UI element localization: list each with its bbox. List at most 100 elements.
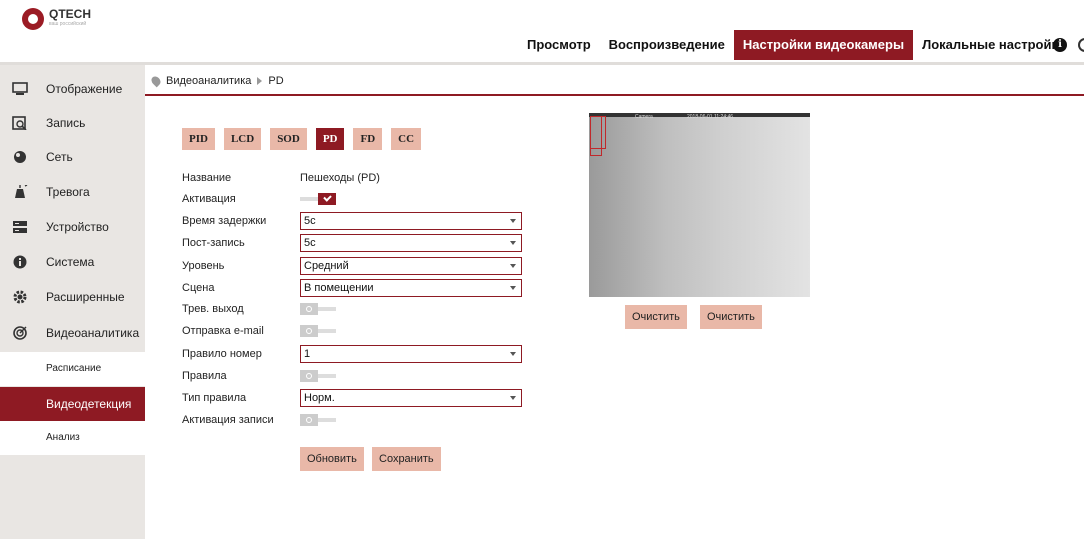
sidebar: Отображение Запись Сеть Тревога Устройст… xyxy=(0,65,145,539)
row-rules: Правила xyxy=(182,366,336,386)
analytics-icon xyxy=(13,326,27,340)
monitor-icon xyxy=(12,82,28,95)
chevron-right-icon xyxy=(257,77,263,85)
header-divider xyxy=(0,62,1084,65)
email-toggle[interactable] xyxy=(300,325,336,337)
rule-number-select[interactable]: 1 xyxy=(300,345,522,363)
tab-lcd[interactable]: LCD xyxy=(223,128,262,150)
sidebar-item-label: Расширенные xyxy=(46,290,125,304)
sidebar-item-label: Сеть xyxy=(46,150,73,164)
alarm-out-label: Трев. выход xyxy=(182,303,244,315)
row-activation: Активация xyxy=(182,189,336,209)
logo-mark-icon xyxy=(22,8,44,30)
rule-type-select[interactable]: Норм. xyxy=(300,389,522,407)
breadcrumb-page: PD xyxy=(268,75,284,87)
sidebar-subitem-analysis[interactable]: Анализ xyxy=(0,421,145,455)
sidebar-subitem-video-detection[interactable]: Видеодетекция xyxy=(0,387,145,421)
osd-camera-label: Camera xyxy=(635,114,653,120)
sidebar-item-system[interactable]: Система xyxy=(0,245,145,279)
gear-icon xyxy=(13,290,27,304)
tab-pid[interactable]: PID xyxy=(182,128,215,150)
clear-button-1[interactable]: Очистить xyxy=(625,305,687,329)
email-label: Отправка e-mail xyxy=(182,325,264,337)
row-level: Уровень Средний xyxy=(182,256,522,276)
delay-label: Время задержки xyxy=(182,215,267,227)
network-icon xyxy=(14,151,26,163)
off-icon xyxy=(300,370,318,382)
sidebar-item-label: Тревога xyxy=(46,185,90,199)
sidebar-item-device[interactable]: Устройство xyxy=(0,210,145,244)
help-icon[interactable] xyxy=(1078,38,1084,52)
name-value: Пешеходы (PD) xyxy=(300,172,380,184)
row-name: Название Пешеходы (PD) xyxy=(182,168,380,188)
record-activation-toggle[interactable] xyxy=(300,414,336,426)
delay-select[interactable]: 5с xyxy=(300,212,522,230)
row-post-record: Пост-запись 5с xyxy=(182,233,522,253)
sidebar-item-label: Отображение xyxy=(46,82,123,96)
row-rule-number: Правило номер 1 xyxy=(182,344,522,364)
level-select[interactable]: Средний xyxy=(300,257,522,275)
row-scene: Сцена В помещении xyxy=(182,278,522,298)
rules-label: Правила xyxy=(182,370,227,382)
rules-toggle[interactable] xyxy=(300,370,336,382)
post-record-label: Пост-запись xyxy=(182,237,245,249)
tab-pd[interactable]: PD xyxy=(315,128,345,150)
row-email: Отправка e-mail xyxy=(182,321,336,341)
detection-area-rect[interactable] xyxy=(590,116,606,149)
sidebar-subitem-schedule[interactable]: Расписание xyxy=(0,352,145,386)
sidebar-item-advanced[interactable]: Расширенные xyxy=(0,280,145,314)
clear-button-2[interactable]: Очистить xyxy=(700,305,762,329)
post-record-select[interactable]: 5с xyxy=(300,234,522,252)
record-icon xyxy=(12,116,27,130)
sidebar-item-alarm[interactable]: Тревога xyxy=(0,175,145,209)
sidebar-item-label: Устройство xyxy=(46,220,109,234)
name-label: Название xyxy=(182,172,232,184)
alarm-out-toggle[interactable] xyxy=(300,303,336,315)
info-icon xyxy=(13,255,27,269)
check-icon xyxy=(318,193,336,205)
sidebar-item-label: Видеоаналитика xyxy=(46,326,140,340)
breadcrumb-section[interactable]: Видеоаналитика xyxy=(166,75,251,87)
row-rule-type: Тип правила Норм. xyxy=(182,388,522,408)
brand-tagline: ваш российский xyxy=(49,21,87,27)
top-header: QTECH ваш российский Просмотр Воспроизве… xyxy=(0,0,1084,65)
nav-local-settings[interactable]: Локальные настройки xyxy=(913,30,1075,60)
activation-toggle[interactable] xyxy=(300,193,336,205)
video-preview[interactable]: Camera 2018-06-01 11:24:46 xyxy=(589,113,810,297)
detection-tabs: PID LCD SOD PD FD CC xyxy=(182,128,422,150)
sidebar-item-network[interactable]: Сеть xyxy=(0,140,145,174)
main-nav: Просмотр Воспроизведение Настройки видео… xyxy=(518,30,1075,60)
nav-playback[interactable]: Воспроизведение xyxy=(600,30,734,60)
sidebar-item-record[interactable]: Запись xyxy=(0,106,145,140)
refresh-button[interactable]: Обновить xyxy=(300,447,364,471)
sidebar-item-analytics[interactable]: Видеоаналитика xyxy=(0,316,145,350)
breadcrumb: Видеоаналитика PD xyxy=(149,74,284,88)
tab-sod[interactable]: SOD xyxy=(270,128,307,150)
sidebar-item-label: Запись xyxy=(46,116,86,130)
device-icon xyxy=(13,221,27,233)
tab-fd[interactable]: FD xyxy=(353,128,383,150)
tab-cc[interactable]: CC xyxy=(391,128,422,150)
row-record-activation: Активация записи xyxy=(182,410,336,430)
scene-label: Сцена xyxy=(182,282,215,294)
brand-name: QTECH xyxy=(49,7,91,21)
save-button[interactable]: Сохранить xyxy=(372,447,441,471)
scene-select[interactable]: В помещении xyxy=(300,279,522,297)
sidebar-subitem-label: Расписание xyxy=(46,363,102,374)
osd-timestamp: 2018-06-01 11:24:46 xyxy=(687,114,734,120)
nav-camera-settings[interactable]: Настройки видеокамеры xyxy=(733,30,914,60)
record-activation-label: Активация записи xyxy=(182,414,274,426)
breadcrumb-divider xyxy=(145,94,1084,96)
nav-view[interactable]: Просмотр xyxy=(518,30,600,60)
rule-type-label: Тип правила xyxy=(182,392,247,404)
sidebar-subitem-label: Видеодетекция xyxy=(46,397,132,411)
location-pin-icon xyxy=(149,74,163,88)
alarm-icon xyxy=(15,185,28,198)
row-delay: Время задержки 5с xyxy=(182,211,522,231)
level-label: Уровень xyxy=(182,260,225,272)
sidebar-item-label: Система xyxy=(46,255,95,269)
brand-logo: QTECH ваш российский xyxy=(22,8,91,30)
info-icon[interactable]: i xyxy=(1053,38,1067,52)
sidebar-item-display[interactable]: Отображение xyxy=(0,72,145,106)
rule-number-label: Правило номер xyxy=(182,348,262,360)
